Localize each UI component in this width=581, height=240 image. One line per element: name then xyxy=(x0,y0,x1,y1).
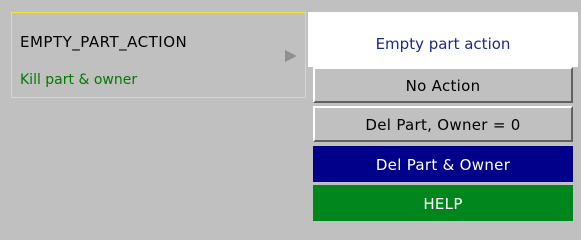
help-button[interactable]: HELP xyxy=(313,185,573,221)
option-del-part-and-owner-button[interactable]: Del Part & Owner xyxy=(313,146,573,182)
option-del-part-owner-zero-button[interactable]: Del Part, Owner = 0 xyxy=(313,106,573,142)
field-value: Kill part & owner xyxy=(20,72,138,88)
options-popup-menu: Empty part action No Action Del Part, Ow… xyxy=(308,12,578,240)
expand-arrow-icon[interactable] xyxy=(285,50,297,62)
option-no-action-button[interactable]: No Action xyxy=(313,67,573,103)
menu-title: Empty part action xyxy=(308,12,578,67)
field-name-label: EMPTY_PART_ACTION xyxy=(20,33,188,51)
